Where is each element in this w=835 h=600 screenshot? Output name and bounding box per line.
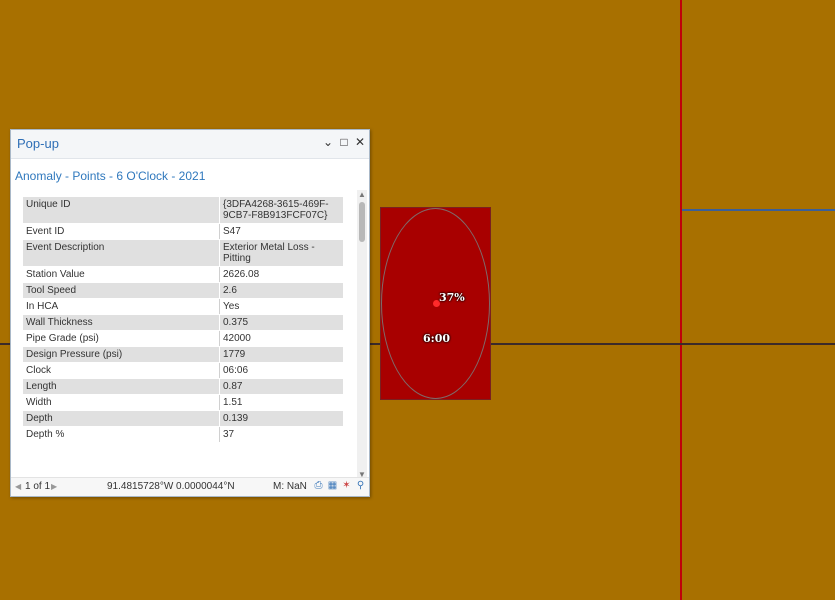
field-value: 37 [219, 426, 344, 443]
field-name: Unique ID [22, 196, 220, 224]
print-icon[interactable]: ⎙ [313, 480, 324, 492]
next-feature-icon[interactable]: ▶ [51, 482, 57, 491]
field-name: Design Pressure (psi) [22, 346, 220, 363]
popup-footer: ◀ 1 of 1 ▶ 91.4815728°W 0.0000044°N M: N… [11, 477, 369, 496]
field-name: Event ID [22, 223, 220, 240]
popup-window: Pop-up ⌄ □ ✕ Anomaly - Points - 6 O'Cloc… [10, 129, 370, 497]
table-row: Event Description Exterior Metal Loss - P… [22, 239, 344, 267]
coordinate-readout: 91.4815728°W 0.0000044°N [107, 481, 235, 492]
table-row: Station Value 2626.08 [22, 266, 344, 283]
field-value: 0.87 [219, 378, 344, 395]
chevron-down-icon[interactable]: ⌄ [323, 135, 333, 149]
table-row: Event ID S47 [22, 223, 344, 240]
export-icon[interactable]: ▦ [327, 480, 338, 492]
field-name: In HCA [22, 298, 220, 315]
field-value: 1779 [219, 346, 344, 363]
field-name: Depth % [22, 426, 220, 443]
zoom-icon[interactable]: ⚲ [355, 480, 366, 492]
table-row: Width 1.51 [22, 394, 344, 411]
measure-readout: M: NaN [273, 481, 307, 492]
field-name: Event Description [22, 239, 220, 267]
popup-scrollbar[interactable]: ▲ ▼ [357, 190, 367, 480]
field-name: Wall Thickness [22, 314, 220, 331]
field-value: Exterior Metal Loss - Pitting [219, 239, 344, 267]
field-value: 06:06 [219, 362, 344, 379]
field-name: Pipe Grade (psi) [22, 330, 220, 347]
field-value: 42000 [219, 330, 344, 347]
table-row: In HCA Yes [22, 298, 344, 315]
popup-header[interactable]: Pop-up ⌄ □ ✕ [11, 130, 369, 159]
field-value: 2.6 [219, 282, 344, 299]
feature-count: 1 of 1 [25, 481, 51, 492]
table-row: Tool Speed 2.6 [22, 282, 344, 299]
table-row: Design Pressure (psi) 1779 [22, 346, 344, 363]
anomaly-feature[interactable]: 37% 6:00 [380, 207, 491, 400]
popup-title: Pop-up [17, 136, 59, 151]
anomaly-clock-label: 6:00 [423, 332, 451, 345]
field-name: Depth [22, 410, 220, 427]
previous-feature-icon[interactable]: ◀ [15, 482, 21, 491]
table-row: Wall Thickness 0.375 [22, 314, 344, 331]
maximize-icon[interactable]: □ [339, 135, 349, 149]
field-value: Yes [219, 298, 344, 315]
flash-icon[interactable]: ✶ [341, 480, 352, 492]
table-row: Depth % 37 [22, 426, 344, 443]
field-name: Station Value [22, 266, 220, 283]
close-icon[interactable]: ✕ [355, 135, 365, 149]
field-name: Length [22, 378, 220, 395]
scroll-thumb[interactable] [359, 202, 365, 242]
table-row: Pipe Grade (psi) 42000 [22, 330, 344, 347]
pipeline-vertical-line [680, 0, 682, 600]
field-value: 2626.08 [219, 266, 344, 283]
field-name: Tool Speed [22, 282, 220, 299]
pipeline-blue-line [682, 209, 835, 211]
field-value: S47 [219, 223, 344, 240]
field-value: 0.139 [219, 410, 344, 427]
field-value: 1.51 [219, 394, 344, 411]
field-name: Width [22, 394, 220, 411]
anomaly-depth-label: 37% [439, 291, 465, 304]
layer-title-link[interactable]: Anomaly - Points - 6 O'Clock - 2021 [15, 169, 205, 183]
field-value: 0.375 [219, 314, 344, 331]
table-row: Unique ID {3DFA4268-3615-469F-9CB7-F8B913… [22, 196, 344, 224]
field-value: {3DFA4268-3615-469F-9CB7-F8B913FCF07C} [219, 196, 344, 224]
table-row: Clock 06:06 [22, 362, 344, 379]
table-row: Length 0.87 [22, 378, 344, 395]
attribute-table: Unique ID {3DFA4268-3615-469F-9CB7-F8B913… [22, 196, 344, 479]
scroll-up-icon[interactable]: ▲ [357, 190, 367, 200]
table-row: Depth 0.139 [22, 410, 344, 427]
field-name: Clock [22, 362, 220, 379]
